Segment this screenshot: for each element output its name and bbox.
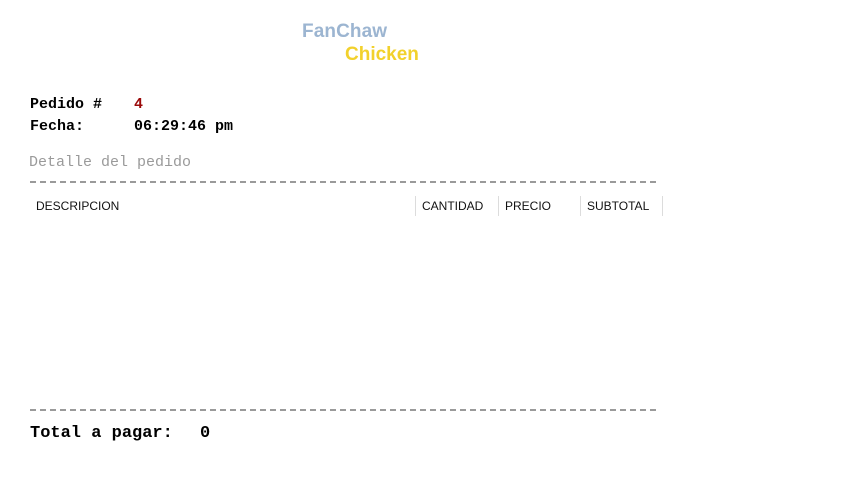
order-table-header: DESCRIPCION CANTIDAD PRECIO SUBTOTAL bbox=[30, 196, 663, 216]
total-value: 0 bbox=[200, 424, 211, 443]
order-date-value: 06:29:46 pm bbox=[134, 118, 234, 135]
dashed-separator-top bbox=[30, 181, 656, 183]
order-number-label: Pedido # bbox=[30, 96, 103, 113]
order-table-body bbox=[30, 218, 663, 398]
brand-name-line1: FanChaw bbox=[302, 21, 388, 42]
column-header-precio[interactable]: PRECIO bbox=[498, 196, 580, 216]
order-date-label: Fecha: bbox=[30, 118, 85, 135]
brand-name-line2: Chicken bbox=[345, 44, 419, 65]
column-header-descripcion[interactable]: DESCRIPCION bbox=[30, 196, 415, 216]
details-title: Detalle del pedido bbox=[29, 154, 192, 171]
order-number-value: 4 bbox=[134, 96, 144, 113]
column-header-cantidad[interactable]: CANTIDAD bbox=[415, 196, 498, 216]
column-header-subtotal[interactable]: SUBTOTAL bbox=[580, 196, 663, 216]
total-label: Total a pagar: bbox=[30, 424, 173, 443]
dashed-separator-bottom bbox=[30, 409, 656, 411]
